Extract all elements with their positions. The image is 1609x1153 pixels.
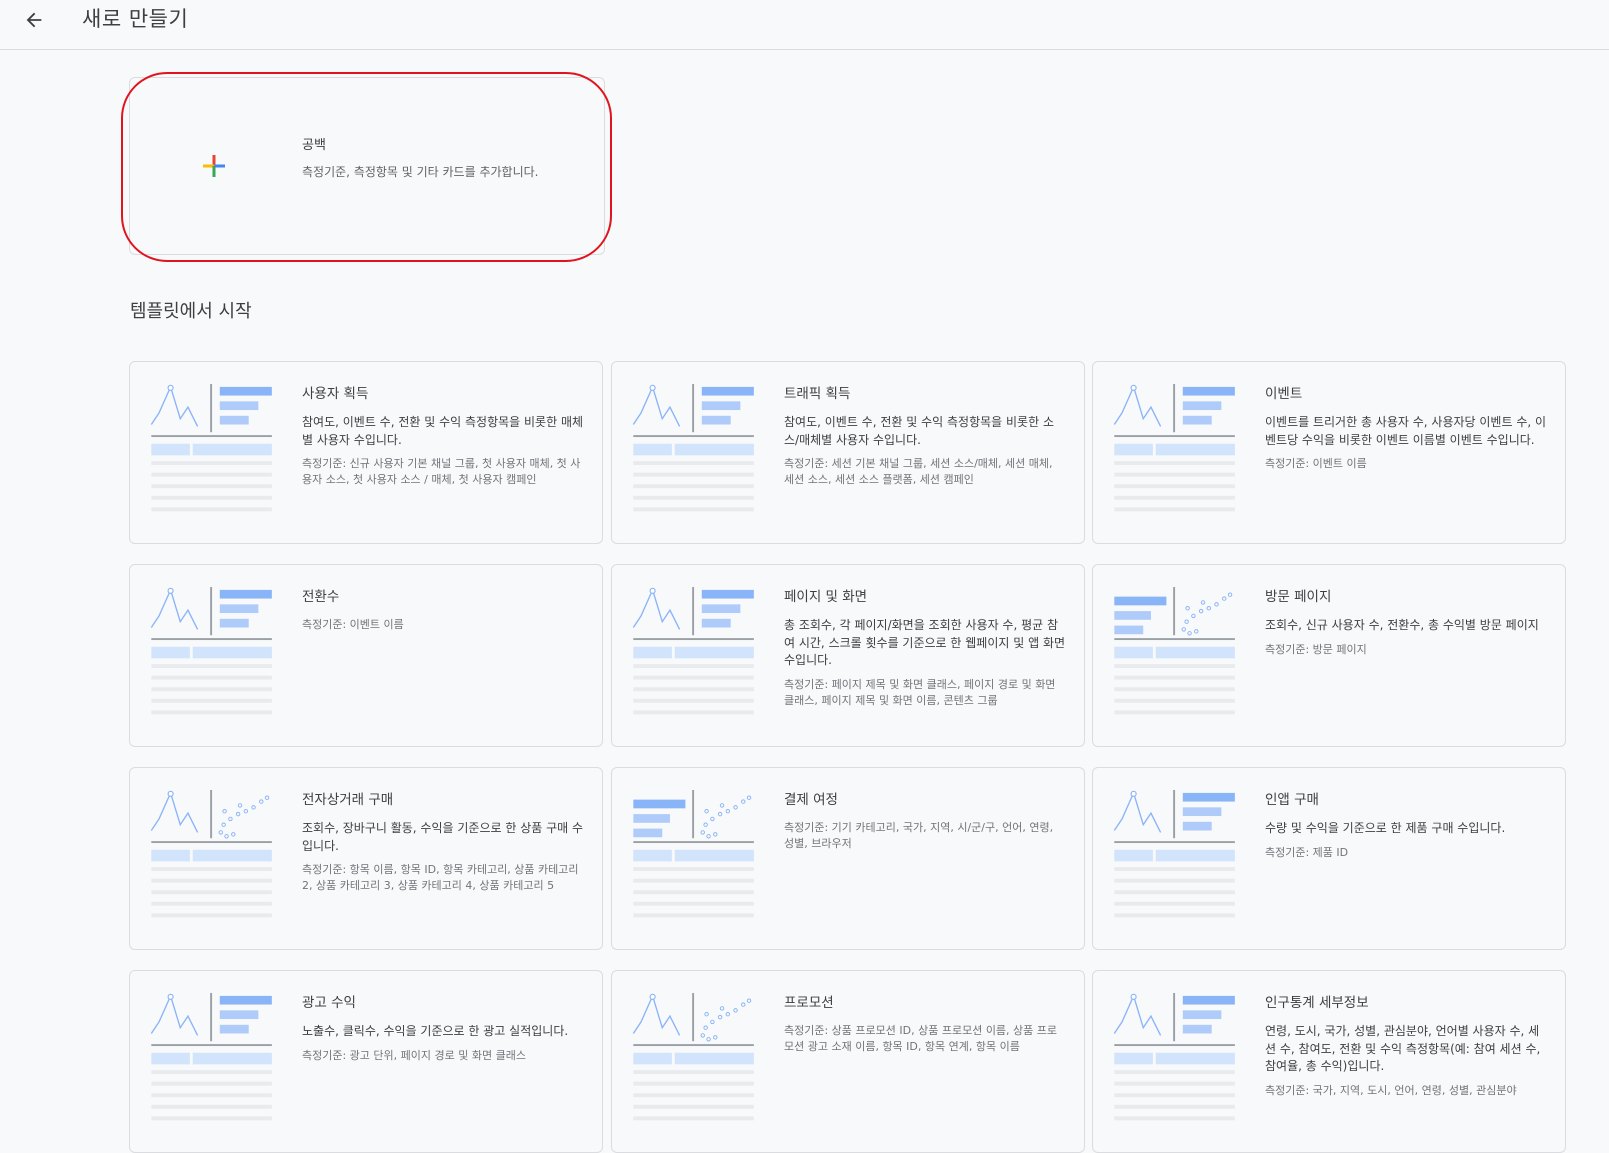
template-thumbnail-icon <box>632 384 754 512</box>
template-thumbnail-icon <box>150 587 272 715</box>
template-card-title: 프로모션 <box>784 995 834 1011</box>
template-card[interactable]: 전환수측정기준: 이벤트 이름 <box>129 564 603 747</box>
google-plus-icon <box>203 155 225 177</box>
template-card[interactable]: 결제 여정측정기준: 기기 카테고리, 국가, 지역, 시/군/구, 언어, 연… <box>611 767 1085 950</box>
template-card-title: 전환수 <box>302 589 340 605</box>
template-card[interactable]: 전자상거래 구매조회수, 장바구니 활동, 수익을 기준으로 한 상품 구매 수… <box>129 767 603 950</box>
page-title: 새로 만들기 <box>82 7 189 31</box>
template-card-description: 이벤트를 트리거한 총 사용자 수, 사용자당 이벤트 수, 이벤트당 수익을 … <box>1265 415 1547 447</box>
template-card-title: 결제 여정 <box>784 792 838 808</box>
arrow-back-icon <box>26 12 42 28</box>
template-card-description: 노출수, 클릭수, 수익을 기준으로 한 광고 실적입니다. <box>302 1024 569 1038</box>
blank-card-title: 공백 <box>302 138 326 153</box>
template-card-title: 인앱 구매 <box>1265 792 1319 808</box>
template-card-text: 전환수측정기준: 이벤트 이름 <box>302 585 584 633</box>
template-card-dimensions: 측정기준: 광고 단위, 페이지 경로 및 화면 클래스 <box>302 1048 526 1062</box>
template-card-dimensions: 측정기준: 국가, 지역, 도시, 언어, 연령, 성별, 관심분야 <box>1265 1083 1517 1097</box>
template-card-title: 인구통계 세부정보 <box>1265 995 1369 1011</box>
template-card-description: 참여도, 이벤트 수, 전환 및 수익 측정항목을 비롯한 소스/매체별 사용자… <box>784 415 1054 447</box>
blank-report-card[interactable]: 공백 측정기준, 측정항목 및 기타 카드를 추가합니다. <box>129 77 605 255</box>
template-card[interactable]: 인앱 구매수량 및 수익을 기준으로 한 제품 구매 수입니다. 측정기준: 제품… <box>1092 767 1566 950</box>
template-card[interactable]: 사용자 획득참여도, 이벤트 수, 전환 및 수익 측정항목을 비롯한 매체별 … <box>129 361 603 544</box>
template-thumbnail-icon <box>1113 790 1235 918</box>
template-card-text: 프로모션측정기준: 상품 프로모션 ID, 상품 프로모션 이름, 상품 프로모… <box>784 991 1066 1055</box>
template-card-dimensions: 측정기준: 방문 페이지 <box>1265 642 1367 656</box>
template-card-dimensions: 측정기준: 항목 이름, 항목 ID, 항목 카테고리, 상품 카테고리 2, … <box>302 863 579 892</box>
top-bar: 새로 만들기 <box>0 0 1609 50</box>
template-card-title: 방문 페이지 <box>1265 589 1332 605</box>
template-card[interactable]: 프로모션측정기준: 상품 프로모션 ID, 상품 프로모션 이름, 상품 프로모… <box>611 970 1085 1153</box>
template-card-description: 연령, 도시, 국가, 성별, 관심분야, 언어별 사용자 수, 세션 수, 참… <box>1265 1024 1541 1073</box>
template-card-dimensions: 측정기준: 신규 사용자 기본 채널 그룹, 첫 사용자 매체, 첫 사용자 소… <box>302 457 581 486</box>
template-card-dimensions: 측정기준: 상품 프로모션 ID, 상품 프로모션 이름, 상품 프로모션 광고… <box>784 1024 1058 1053</box>
template-card-dimensions: 측정기준: 제품 ID <box>1265 845 1349 859</box>
template-card-text: 트래픽 획득참여도, 이벤트 수, 전환 및 수익 측정항목을 비롯한 소스/매… <box>784 382 1066 488</box>
template-card-title: 전자상거래 구매 <box>302 792 394 808</box>
template-card-dimensions: 측정기준: 세션 기본 채널 그룹, 세션 소스/매체, 세션 매체, 세션 소… <box>784 457 1053 486</box>
template-card[interactable]: 이벤트이벤트를 트리거한 총 사용자 수, 사용자당 이벤트 수, 이벤트당 수… <box>1092 361 1566 544</box>
template-thumbnail-icon <box>632 587 754 715</box>
template-card-dimensions: 측정기준: 이벤트 이름 <box>302 618 404 631</box>
template-card-description: 총 조회수, 각 페이지/화면을 조회한 사용자 수, 평균 참여 시간, 스크… <box>784 618 1066 667</box>
template-card-dimensions: 측정기준: 페이지 제목 및 화면 클래스, 페이지 경로 및 화면 클래스, … <box>784 677 1056 707</box>
template-card-title: 트래픽 획득 <box>784 386 851 402</box>
template-card-text: 전자상거래 구매조회수, 장바구니 활동, 수익을 기준으로 한 상품 구매 수… <box>302 788 584 894</box>
template-thumbnail-icon <box>1113 993 1235 1121</box>
template-card-title: 이벤트 <box>1265 386 1303 402</box>
template-card-text: 인구통계 세부정보연령, 도시, 국가, 성별, 관심분야, 언어별 사용자 수… <box>1265 991 1547 1099</box>
template-card-dimensions: 측정기준: 기기 카테고리, 국가, 지역, 시/군/구, 언어, 연령, 성별… <box>784 821 1054 850</box>
templates-section-title: 템플릿에서 시작 <box>130 301 252 322</box>
template-card[interactable]: 방문 페이지조회수, 신규 사용자 수, 전환수, 총 수익별 방문 페이지측정… <box>1092 564 1566 747</box>
template-card-description: 조회수, 신규 사용자 수, 전환수, 총 수익별 방문 페이지 <box>1265 618 1539 632</box>
template-card-description: 수량 및 수익을 기준으로 한 제품 구매 수입니다. <box>1265 821 1506 835</box>
template-thumbnail-icon <box>1114 587 1235 715</box>
template-card-text: 결제 여정측정기준: 기기 카테고리, 국가, 지역, 시/군/구, 언어, 연… <box>784 788 1066 852</box>
template-card-title: 사용자 획득 <box>302 386 369 402</box>
back-button[interactable] <box>18 4 50 36</box>
template-card[interactable]: 페이지 및 화면총 조회수, 각 페이지/화면을 조회한 사용자 수, 평균 참… <box>611 564 1085 747</box>
template-thumbnail-icon <box>150 384 272 512</box>
template-thumbnail-icon <box>633 790 754 918</box>
template-thumbnail-icon <box>150 790 272 918</box>
template-card-dimensions: 측정기준: 이벤트 이름 <box>1265 457 1367 470</box>
template-card-text: 페이지 및 화면총 조회수, 각 페이지/화면을 조회한 사용자 수, 평균 참… <box>784 585 1066 709</box>
template-thumbnail-icon <box>632 993 754 1121</box>
template-card-description: 참여도, 이벤트 수, 전환 및 수익 측정항목을 비롯한 매체별 사용자 수입… <box>302 415 584 447</box>
template-thumbnail-icon <box>1113 384 1235 512</box>
template-card-text: 이벤트이벤트를 트리거한 총 사용자 수, 사용자당 이벤트 수, 이벤트당 수… <box>1265 382 1547 472</box>
template-card[interactable]: 트래픽 획득참여도, 이벤트 수, 전환 및 수익 측정항목을 비롯한 소스/매… <box>611 361 1085 544</box>
template-card-text: 사용자 획득참여도, 이벤트 수, 전환 및 수익 측정항목을 비롯한 매체별 … <box>302 382 584 488</box>
template-card-description: 조회수, 장바구니 활동, 수익을 기준으로 한 상품 구매 수입니다. <box>302 821 584 853</box>
blank-card-description: 측정기준, 측정항목 및 기타 카드를 추가합니다. <box>302 165 539 179</box>
template-card-title: 광고 수익 <box>302 995 356 1011</box>
template-thumbnail-icon <box>150 993 272 1121</box>
template-card-title: 페이지 및 화면 <box>784 589 868 605</box>
template-card[interactable]: 인구통계 세부정보연령, 도시, 국가, 성별, 관심분야, 언어별 사용자 수… <box>1092 970 1566 1153</box>
template-card[interactable]: 광고 수익노출수, 클릭수, 수익을 기준으로 한 광고 실적입니다. 측정기준:… <box>129 970 603 1153</box>
template-card-text: 인앱 구매수량 및 수익을 기준으로 한 제품 구매 수입니다. 측정기준: 제품… <box>1265 788 1547 861</box>
template-card-text: 광고 수익노출수, 클릭수, 수익을 기준으로 한 광고 실적입니다. 측정기준:… <box>302 991 584 1064</box>
template-card-text: 방문 페이지조회수, 신규 사용자 수, 전환수, 총 수익별 방문 페이지측정… <box>1265 585 1547 658</box>
